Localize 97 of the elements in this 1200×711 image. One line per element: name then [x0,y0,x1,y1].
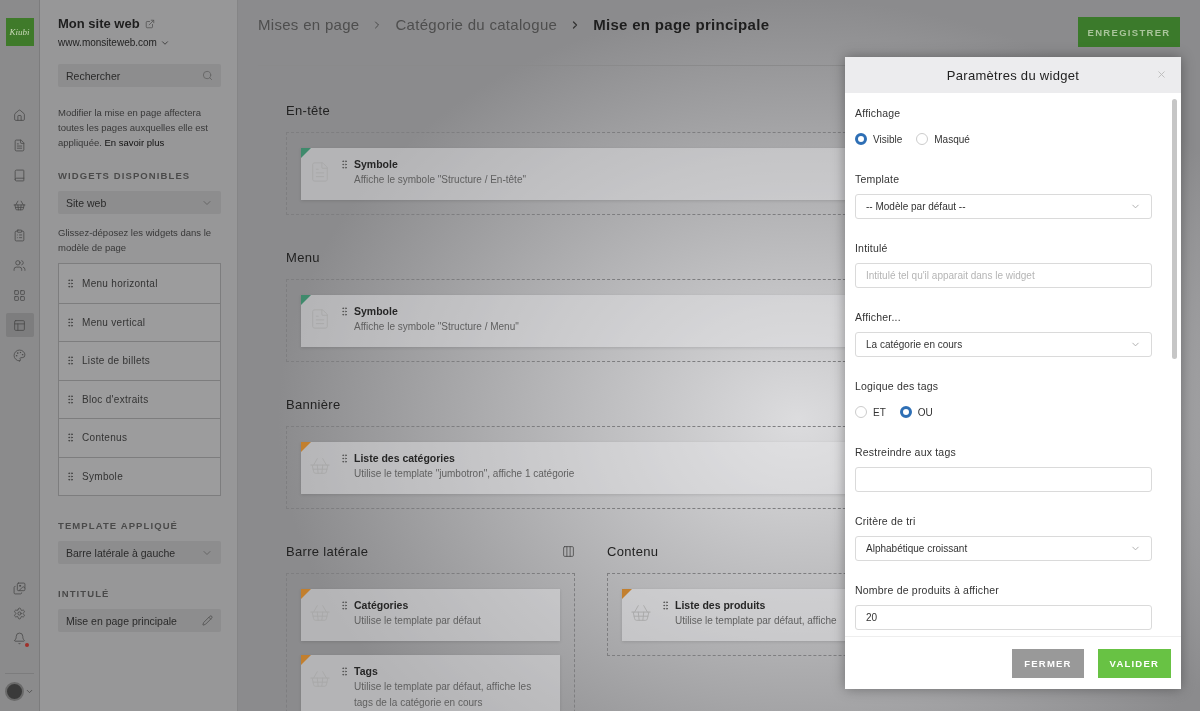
drag-handle-icon[interactable] [65,393,76,405]
widget-description: Utilise le template par défaut [354,614,481,628]
avatar[interactable] [5,682,24,701]
select-field[interactable]: -- Modèle par défaut -- [855,194,1152,219]
drag-handle-icon[interactable] [339,306,350,317]
select-field[interactable]: Alphabétique croissant [855,536,1152,561]
book-icon[interactable] [13,168,26,182]
field-label: Logique des tags [855,380,940,392]
external-link-icon[interactable] [144,18,155,29]
radio-button[interactable] [899,406,912,418]
select-field[interactable]: Site web [58,191,221,214]
widget-title: Symbole [354,158,399,170]
input-field[interactable]: 20 [855,605,1152,630]
widget-card[interactable]: Catégories Utilise le template par défaut [301,589,560,641]
radio-option[interactable]: ET [855,406,886,418]
bell-icon[interactable] [13,631,26,645]
widget-list-item[interactable]: Liste de billets [59,341,220,380]
zone-title: Menu [286,249,320,265]
field-label: Affichage [855,107,902,119]
drag-handle-icon[interactable] [339,453,350,464]
columns-icon[interactable] [562,544,575,558]
drag-handle-icon[interactable] [65,432,76,444]
layout-icon[interactable] [13,318,26,332]
field-label: Template [855,173,901,185]
drag-handle-icon[interactable] [65,316,76,328]
site-name: Mon site web [58,16,140,31]
drag-handle-icon[interactable] [339,666,350,677]
select-field[interactable]: Barre latérale à gauche [58,541,221,564]
zone-title: Contenu [607,543,659,559]
document-icon[interactable] [13,138,26,152]
basket-icon[interactable] [13,198,26,212]
drag-handle-icon[interactable] [65,277,76,289]
select-field[interactable]: La catégorie en cours [855,332,1152,357]
learn-more-link[interactable]: En savoir plus [104,137,165,148]
settings-icon[interactable] [13,606,26,620]
radio-option[interactable]: OU [899,406,933,418]
input-field[interactable]: Intitulé tel qu'il apparait dans le widget [855,263,1152,288]
widget-description: Utilise le template "jumbotron", affiche 1 catégorie [354,467,575,481]
widget-title: Liste des produits [675,599,767,611]
zone-title: Bannière [286,396,341,412]
zone-title: En-tête [286,102,330,118]
site-url[interactable]: www.monsiteweb.com [58,37,157,48]
widget-description: Utilise le template par défaut, affiche les tags de la catégorie en cours [354,680,533,710]
field-label: Afficher... [855,311,902,323]
pencil-icon[interactable] [202,615,213,626]
drag-handle-icon[interactable] [65,355,76,367]
field-label: Intitulé [855,242,889,254]
widget-description: Affiche le symbole "Structure / En-tête" [354,173,526,187]
widget-title: Symbole [354,305,399,317]
widget-title: Tags [354,665,379,677]
logo[interactable]: Kiubi [5,18,34,46]
field-label: Nombre de produits à afficher [855,584,1000,596]
widget-description: Affiche le symbole "Structure / Menu" [354,320,519,334]
drag-handle-icon[interactable] [660,600,671,611]
search-field[interactable]: Rechercher [58,64,221,87]
chevron-down-icon[interactable] [25,687,34,696]
widget-title: Catégories [354,599,410,611]
images-icon[interactable] [13,581,26,595]
widget-list-item[interactable]: Menu horizontal [59,264,220,303]
nav-rail-button[interactable] [5,313,34,337]
widget-title: Liste des catégories [354,452,456,464]
widget-card[interactable]: Tags Utilise le template par défaut, affiche les tags de la catégorie en cours [301,655,560,711]
widget-list-item[interactable]: Contenus [59,418,220,457]
zone-title: Barre latérale [286,543,369,559]
breadcrumb-item: Mise en page principale [593,16,770,33]
field-label: Critère de tri [855,515,917,527]
drag-handle-icon[interactable] [65,470,76,482]
basket-icon [630,602,652,624]
grid-icon[interactable] [13,288,26,302]
field-label: Restreindre aux tags [855,446,957,458]
widget-card[interactable]: Liste des catégories Utilise le template "jumbotron", affiche 1 catégorie [301,442,845,494]
section-heading: INTITULÉ [58,588,111,599]
widget-list-item[interactable]: Bloc d'extraits [59,379,220,418]
dialog-title: Paramètres du widget [946,67,1080,83]
scrollbar[interactable] [1172,99,1177,359]
search-icon[interactable] [202,70,213,81]
notice-text: Modifier la mise en page affectera toutes les pages auxquelles elle est appliquée. En savoir plus [58,106,209,150]
widget-description: Utilise le template par défaut, affiche [675,614,837,628]
drag-handle-icon[interactable] [339,159,350,170]
widget-card[interactable]: Symbole Affiche le symbole "Structure / Menu" [301,295,845,347]
close-icon[interactable] [1156,69,1167,80]
input-field[interactable] [855,467,1152,492]
radio-button[interactable] [855,133,867,145]
home-icon[interactable] [13,108,26,122]
drag-handle-icon[interactable] [339,600,350,611]
hint-text: Glissez-déposez les widgets dans le modèle de page [58,226,213,255]
section-heading: WIDGETS DISPONIBLES [58,170,192,181]
widget-card[interactable]: Symbole Affiche le symbole "Structure / En-tête" [301,148,845,200]
input-field[interactable]: Mise en page principale [58,609,221,632]
clipboard-icon[interactable] [13,228,26,242]
widget-list-item[interactable]: Symbole [59,456,220,495]
section-heading: TEMPLATE APPLIQUÉ [58,520,180,531]
users-icon[interactable] [13,258,26,272]
palette-icon[interactable] [13,348,26,362]
radio-option[interactable]: Visible [855,133,903,145]
widget-list-item[interactable]: Menu vertical [59,302,220,341]
radio-option[interactable]: Masqué [916,133,970,145]
